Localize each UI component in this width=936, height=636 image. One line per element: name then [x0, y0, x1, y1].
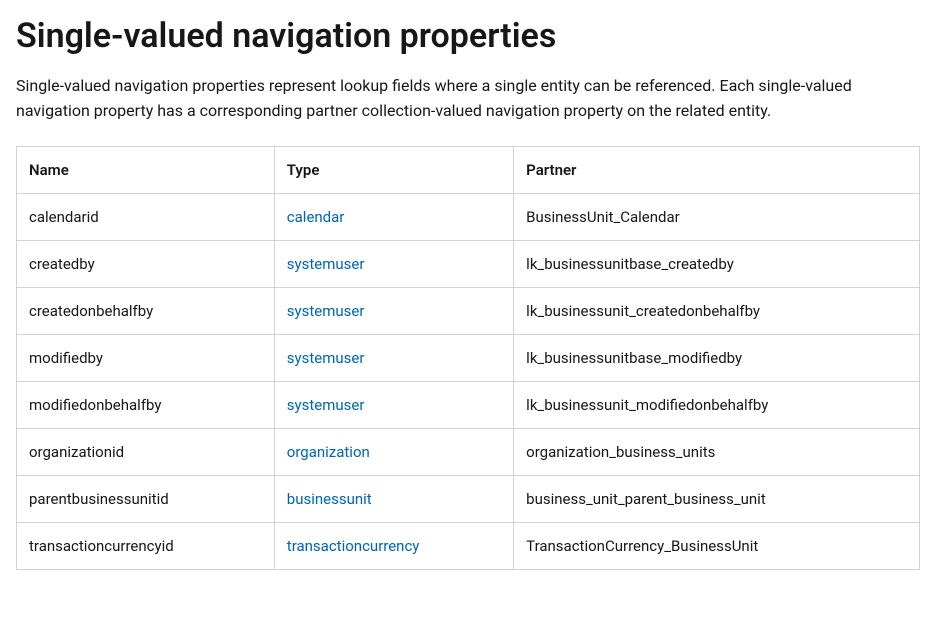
- cell-partner: business_unit_parent_business_unit: [514, 475, 920, 522]
- table-row: transactioncurrencyid transactioncurrency…: [17, 522, 920, 569]
- table-row: calendarid calendar BusinessUnit_Calendar: [17, 193, 920, 240]
- table-row: modifiedonbehalfby systemuser lk_businessu…: [17, 381, 920, 428]
- cell-partner: lk_businessunitbase_createdby: [514, 240, 920, 287]
- cell-type: calendar: [274, 193, 513, 240]
- cell-name: parentbusinessunitid: [17, 475, 275, 522]
- cell-type: transactioncurrency: [274, 522, 513, 569]
- cell-type: systemuser: [274, 381, 513, 428]
- cell-name: modifiedonbehalfby: [17, 381, 275, 428]
- properties-table: Name Type Partner calendarid calendar Busi…: [16, 146, 920, 570]
- table-row: organizationid organization organization_b…: [17, 428, 920, 475]
- cell-type: systemuser: [274, 240, 513, 287]
- type-link[interactable]: businessunit: [287, 490, 372, 508]
- column-header-partner: Partner: [514, 146, 920, 193]
- cell-name: modifiedby: [17, 334, 275, 381]
- cell-name: createdby: [17, 240, 275, 287]
- cell-partner: organization_business_units: [514, 428, 920, 475]
- cell-name: createdonbehalfby: [17, 287, 275, 334]
- table-row: createdonbehalfby systemuser lk_businessun…: [17, 287, 920, 334]
- cell-type: systemuser: [274, 287, 513, 334]
- cell-type: businessunit: [274, 475, 513, 522]
- table-row: createdby systemuser lk_businessunitbase_c…: [17, 240, 920, 287]
- type-link[interactable]: organization: [287, 443, 370, 461]
- cell-type: systemuser: [274, 334, 513, 381]
- column-header-type: Type: [274, 146, 513, 193]
- type-link[interactable]: systemuser: [287, 302, 365, 320]
- page-heading: Single-valued navigation properties: [16, 16, 920, 56]
- cell-partner: lk_businessunit_modifiedonbehalfby: [514, 381, 920, 428]
- cell-name: calendarid: [17, 193, 275, 240]
- cell-name: organizationid: [17, 428, 275, 475]
- column-header-name: Name: [17, 146, 275, 193]
- cell-partner: BusinessUnit_Calendar: [514, 193, 920, 240]
- table-row: parentbusinessunitid businessunit business…: [17, 475, 920, 522]
- cell-type: organization: [274, 428, 513, 475]
- cell-name: transactioncurrencyid: [17, 522, 275, 569]
- table-row: modifiedby systemuser lk_businessunitbase_…: [17, 334, 920, 381]
- type-link[interactable]: transactioncurrency: [287, 537, 420, 555]
- type-link[interactable]: calendar: [287, 208, 345, 226]
- type-link[interactable]: systemuser: [287, 255, 365, 273]
- page-description: Single-valued navigation properties repr…: [16, 74, 916, 124]
- type-link[interactable]: systemuser: [287, 349, 365, 367]
- cell-partner: lk_businessunitbase_modifiedby: [514, 334, 920, 381]
- cell-partner: TransactionCurrency_BusinessUnit: [514, 522, 920, 569]
- cell-partner: lk_businessunit_createdonbehalfby: [514, 287, 920, 334]
- type-link[interactable]: systemuser: [287, 396, 365, 414]
